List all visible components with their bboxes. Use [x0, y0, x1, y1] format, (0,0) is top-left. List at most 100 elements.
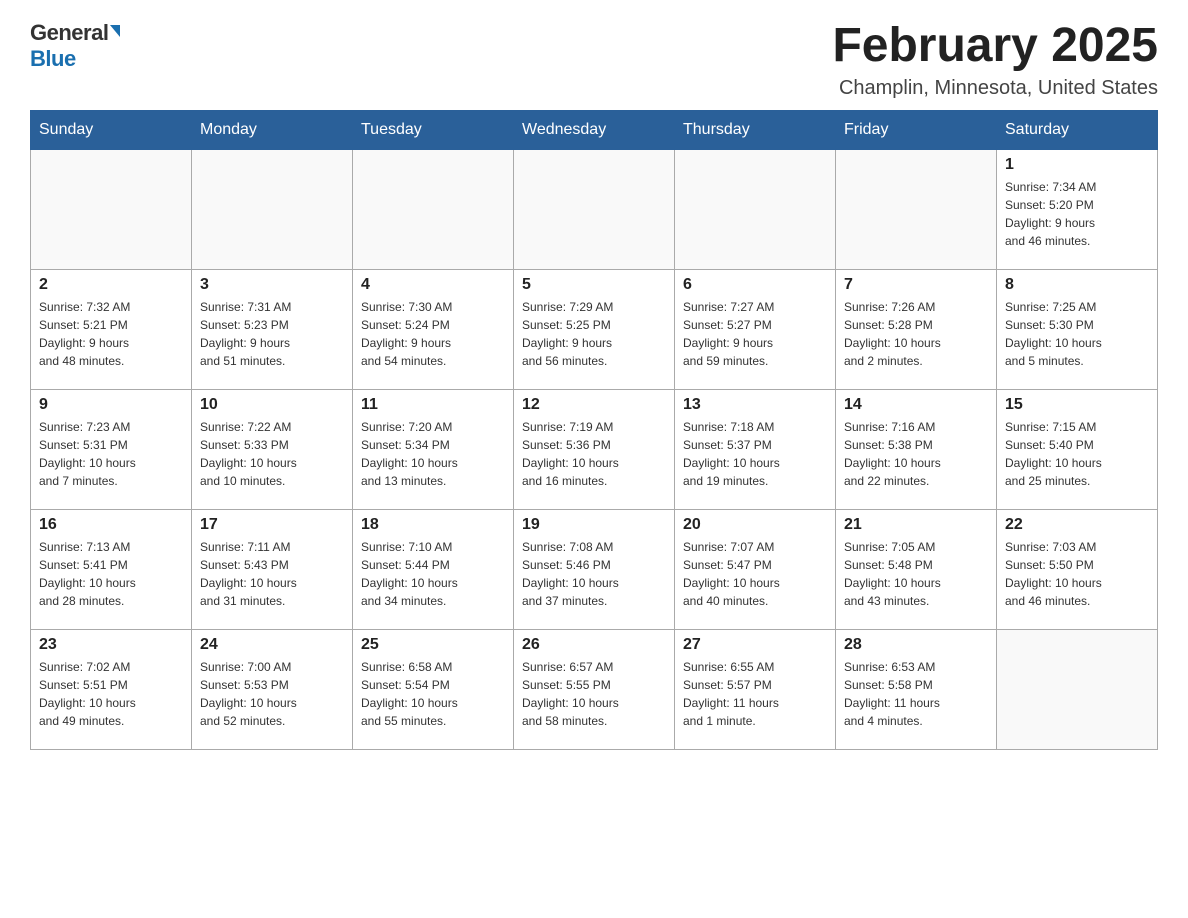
calendar-cell: 19 Sunrise: 7:08 AM Sunset: 5:46 PM Dayli… — [514, 509, 675, 629]
title-section: February 2025 Champlin, Minnesota, Unite… — [832, 20, 1158, 100]
weekday-header-saturday: Saturday — [997, 110, 1158, 149]
day-number: 17 — [200, 516, 344, 534]
day-number: 11 — [361, 396, 505, 414]
calendar-cell: 15 Sunrise: 7:15 AM Sunset: 5:40 PM Dayli… — [997, 389, 1158, 509]
logo-general-text: General — [30, 20, 108, 46]
day-number: 12 — [522, 396, 666, 414]
weekday-header-sunday: Sunday — [31, 110, 192, 149]
day-number: 23 — [39, 636, 183, 654]
day-info: Sunrise: 7:13 AM Sunset: 5:41 PM Dayligh… — [39, 538, 183, 610]
day-number: 4 — [361, 276, 505, 294]
calendar-week-5: 23 Sunrise: 7:02 AM Sunset: 5:51 PM Dayli… — [31, 629, 1158, 749]
day-info: Sunrise: 7:02 AM Sunset: 5:51 PM Dayligh… — [39, 658, 183, 730]
logo: General Blue — [30, 20, 120, 72]
calendar-cell: 23 Sunrise: 7:02 AM Sunset: 5:51 PM Dayli… — [31, 629, 192, 749]
day-number: 21 — [844, 516, 988, 534]
calendar-week-1: 1 Sunrise: 7:34 AM Sunset: 5:20 PM Daylig… — [31, 149, 1158, 269]
day-info: Sunrise: 7:27 AM Sunset: 5:27 PM Dayligh… — [683, 298, 827, 370]
calendar-cell: 18 Sunrise: 7:10 AM Sunset: 5:44 PM Dayli… — [353, 509, 514, 629]
day-info: Sunrise: 7:20 AM Sunset: 5:34 PM Dayligh… — [361, 418, 505, 490]
calendar-week-2: 2 Sunrise: 7:32 AM Sunset: 5:21 PM Daylig… — [31, 269, 1158, 389]
calendar-cell: 27Sunrise: 6:55 AM Sunset: 5:57 PM Dayli… — [675, 629, 836, 749]
calendar-cell: 11 Sunrise: 7:20 AM Sunset: 5:34 PM Dayli… — [353, 389, 514, 509]
calendar-cell: 26 Sunrise: 6:57 AM Sunset: 5:55 PM Dayli… — [514, 629, 675, 749]
day-info: Sunrise: 6:53 AM Sunset: 5:58 PM Dayligh… — [844, 658, 988, 730]
day-number: 25 — [361, 636, 505, 654]
calendar-cell: 10 Sunrise: 7:22 AM Sunset: 5:33 PM Dayli… — [192, 389, 353, 509]
calendar-cell: 13 Sunrise: 7:18 AM Sunset: 5:37 PM Dayli… — [675, 389, 836, 509]
day-number: 6 — [683, 276, 827, 294]
calendar-cell — [31, 149, 192, 269]
day-number: 15 — [1005, 396, 1149, 414]
day-info: Sunrise: 7:08 AM Sunset: 5:46 PM Dayligh… — [522, 538, 666, 610]
day-info: Sunrise: 7:30 AM Sunset: 5:24 PM Dayligh… — [361, 298, 505, 370]
day-number: 22 — [1005, 516, 1149, 534]
day-info: Sunrise: 7:29 AM Sunset: 5:25 PM Dayligh… — [522, 298, 666, 370]
calendar-week-4: 16 Sunrise: 7:13 AM Sunset: 5:41 PM Dayli… — [31, 509, 1158, 629]
calendar-cell — [997, 629, 1158, 749]
day-info: Sunrise: 7:19 AM Sunset: 5:36 PM Dayligh… — [522, 418, 666, 490]
day-info: Sunrise: 7:03 AM Sunset: 5:50 PM Dayligh… — [1005, 538, 1149, 610]
day-number: 1 — [1005, 156, 1149, 174]
weekday-header-tuesday: Tuesday — [353, 110, 514, 149]
calendar-cell: 8 Sunrise: 7:25 AM Sunset: 5:30 PM Daylig… — [997, 269, 1158, 389]
day-number: 28 — [844, 636, 988, 654]
day-info: Sunrise: 7:16 AM Sunset: 5:38 PM Dayligh… — [844, 418, 988, 490]
day-number: 10 — [200, 396, 344, 414]
day-info: Sunrise: 7:32 AM Sunset: 5:21 PM Dayligh… — [39, 298, 183, 370]
day-number: 7 — [844, 276, 988, 294]
day-number: 14 — [844, 396, 988, 414]
day-number: 19 — [522, 516, 666, 534]
day-info: Sunrise: 7:26 AM Sunset: 5:28 PM Dayligh… — [844, 298, 988, 370]
calendar-cell: 6 Sunrise: 7:27 AM Sunset: 5:27 PM Daylig… — [675, 269, 836, 389]
calendar-cell: 25 Sunrise: 6:58 AM Sunset: 5:54 PM Dayli… — [353, 629, 514, 749]
calendar-cell: 9 Sunrise: 7:23 AM Sunset: 5:31 PM Daylig… — [31, 389, 192, 509]
day-info: Sunrise: 7:31 AM Sunset: 5:23 PM Dayligh… — [200, 298, 344, 370]
day-info: Sunrise: 7:18 AM Sunset: 5:37 PM Dayligh… — [683, 418, 827, 490]
day-number: 20 — [683, 516, 827, 534]
day-number: 8 — [1005, 276, 1149, 294]
day-info: Sunrise: 7:11 AM Sunset: 5:43 PM Dayligh… — [200, 538, 344, 610]
calendar-cell: 4 Sunrise: 7:30 AM Sunset: 5:24 PM Daylig… — [353, 269, 514, 389]
weekday-header-friday: Friday — [836, 110, 997, 149]
calendar-cell: 28 Sunrise: 6:53 AM Sunset: 5:58 PM Dayli… — [836, 629, 997, 749]
weekday-header-wednesday: Wednesday — [514, 110, 675, 149]
calendar-cell — [192, 149, 353, 269]
calendar-cell: 24Sunrise: 7:00 AM Sunset: 5:53 PM Dayli… — [192, 629, 353, 749]
calendar-cell — [353, 149, 514, 269]
day-number: 13 — [683, 396, 827, 414]
weekday-header-monday: Monday — [192, 110, 353, 149]
day-number: 18 — [361, 516, 505, 534]
day-info: Sunrise: 7:34 AM Sunset: 5:20 PM Dayligh… — [1005, 178, 1149, 250]
day-info: Sunrise: 7:23 AM Sunset: 5:31 PM Dayligh… — [39, 418, 183, 490]
day-info: Sunrise: 7:10 AM Sunset: 5:44 PM Dayligh… — [361, 538, 505, 610]
location-title: Champlin, Minnesota, United States — [832, 77, 1158, 100]
day-number: 9 — [39, 396, 183, 414]
calendar-cell — [675, 149, 836, 269]
calendar-cell: 14 Sunrise: 7:16 AM Sunset: 5:38 PM Dayli… — [836, 389, 997, 509]
day-info: Sunrise: 6:57 AM Sunset: 5:55 PM Dayligh… — [522, 658, 666, 730]
calendar-cell: 20Sunrise: 7:07 AM Sunset: 5:47 PM Dayli… — [675, 509, 836, 629]
day-info: Sunrise: 7:15 AM Sunset: 5:40 PM Dayligh… — [1005, 418, 1149, 490]
calendar-cell: 21 Sunrise: 7:05 AM Sunset: 5:48 PM Dayli… — [836, 509, 997, 629]
day-number: 16 — [39, 516, 183, 534]
calendar-cell: 2 Sunrise: 7:32 AM Sunset: 5:21 PM Daylig… — [31, 269, 192, 389]
day-number: 27 — [683, 636, 827, 654]
calendar-cell: 5 Sunrise: 7:29 AM Sunset: 5:25 PM Daylig… — [514, 269, 675, 389]
day-info: Sunrise: 7:25 AM Sunset: 5:30 PM Dayligh… — [1005, 298, 1149, 370]
calendar-cell — [836, 149, 997, 269]
day-number: 2 — [39, 276, 183, 294]
calendar-cell — [514, 149, 675, 269]
calendar-cell: 22 Sunrise: 7:03 AM Sunset: 5:50 PM Dayli… — [997, 509, 1158, 629]
calendar-cell: 3Sunrise: 7:31 AM Sunset: 5:23 PM Daylig… — [192, 269, 353, 389]
day-number: 26 — [522, 636, 666, 654]
day-info: Sunrise: 7:05 AM Sunset: 5:48 PM Dayligh… — [844, 538, 988, 610]
day-info: Sunrise: 7:22 AM Sunset: 5:33 PM Dayligh… — [200, 418, 344, 490]
day-number: 5 — [522, 276, 666, 294]
day-info: Sunrise: 7:00 AM Sunset: 5:53 PM Dayligh… — [200, 658, 344, 730]
calendar-cell: 17 Sunrise: 7:11 AM Sunset: 5:43 PM Dayli… — [192, 509, 353, 629]
weekday-header-row: SundayMondayTuesdayWednesdayThursdayFrid… — [31, 110, 1158, 149]
page-header: General Blue February 2025 Champlin, Min… — [30, 20, 1158, 100]
day-info: Sunrise: 6:58 AM Sunset: 5:54 PM Dayligh… — [361, 658, 505, 730]
calendar-cell: 12 Sunrise: 7:19 AM Sunset: 5:36 PM Dayli… — [514, 389, 675, 509]
